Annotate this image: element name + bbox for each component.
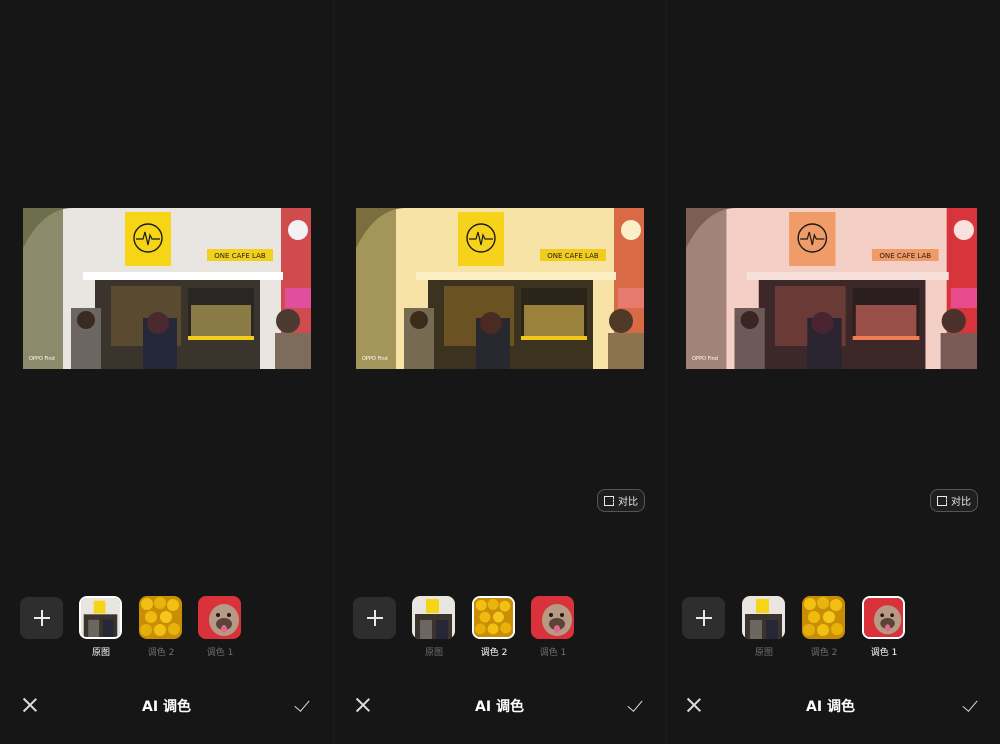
page-title: AI 调色 [142,699,191,715]
corn-thumb [474,598,513,637]
compare-icon [604,495,615,506]
add-filter-button[interactable] [682,597,725,639]
cafe-thumb [742,596,785,639]
checkmark-icon[interactable] [627,697,647,713]
compare-icon [937,495,948,506]
editor-screen-tone-2: ONE CAFE LAB OPPO Find 对比 原图 调色 2 调色 1 A… [333,0,666,744]
thumb-original[interactable] [412,596,455,639]
compare-button[interactable]: 对比 [597,489,645,512]
photo-watermark: OPPO Find [692,356,718,362]
page-title: AI 调色 [475,699,524,715]
thumb-tone-2[interactable] [472,596,515,639]
editor-screen-original: ONE CAFE LAB OPPO Find 原图 调色 2 调色 1 AI 调… [0,0,333,744]
thumb-tone-1[interactable] [198,596,241,639]
checkmark-icon[interactable] [962,697,982,713]
dog-thumb [864,598,903,637]
cafe-thumb [81,598,120,637]
corn-thumb [802,596,845,639]
thumb-label-tone-2: 调色 2 [480,648,508,658]
plus-icon [366,610,383,626]
editor-screen-tone-1: ONE CAFE LAB OPPO Find 对比 原图 调色 2 调色 1 A… [666,0,999,744]
page-title: AI 调色 [806,699,855,715]
cafe-photo: ONE CAFE LAB OPPO Find [356,208,644,369]
thumb-tone-2[interactable] [802,596,845,639]
corn-thumb [139,596,182,639]
close-icon[interactable] [22,697,38,713]
dog-thumb [198,596,241,639]
thumb-label-original: 原图 [754,648,773,658]
checkmark-icon[interactable] [294,697,314,713]
cafe-photo: ONE CAFE LAB OPPO Find [686,208,977,369]
photo-watermark: OPPO Find [29,356,55,362]
compare-label: 对比 [951,497,971,508]
sign-text: ONE CAFE LAB [547,252,599,260]
photo-watermark: OPPO Find [362,356,388,362]
thumb-label-tone-1: 调色 1 [206,648,234,658]
photo-preview: ONE CAFE LAB OPPO Find [23,208,311,369]
thumb-original[interactable] [742,596,785,639]
thumb-tone-1[interactable] [531,596,574,639]
thumb-tone-2[interactable] [139,596,182,639]
sign-text: ONE CAFE LAB [879,251,931,260]
thumb-label-original: 原图 [424,648,443,658]
thumb-label-tone-2: 调色 2 [147,648,175,658]
thumb-original[interactable] [79,596,122,639]
thumb-label-tone-1: 调色 1 [870,648,898,658]
plus-icon [33,610,50,626]
thumb-label-tone-1: 调色 1 [539,648,567,658]
photo-preview: ONE CAFE LAB OPPO Find [356,208,644,369]
thumb-label-original: 原图 [91,648,110,658]
photo-preview: ONE CAFE LAB OPPO Find [686,208,977,369]
compare-button[interactable]: 对比 [930,489,978,512]
close-icon[interactable] [686,697,702,713]
close-icon[interactable] [355,697,371,713]
add-filter-button[interactable] [20,597,63,639]
cafe-photo: ONE CAFE LAB OPPO Find [23,208,311,369]
thumb-tone-1[interactable] [862,596,905,639]
compare-label: 对比 [618,497,638,508]
sign-text: ONE CAFE LAB [214,252,266,260]
thumb-label-tone-2: 调色 2 [810,648,838,658]
dog-thumb [531,596,574,639]
plus-icon [695,610,712,626]
add-filter-button[interactable] [353,597,396,639]
cafe-thumb [412,596,455,639]
